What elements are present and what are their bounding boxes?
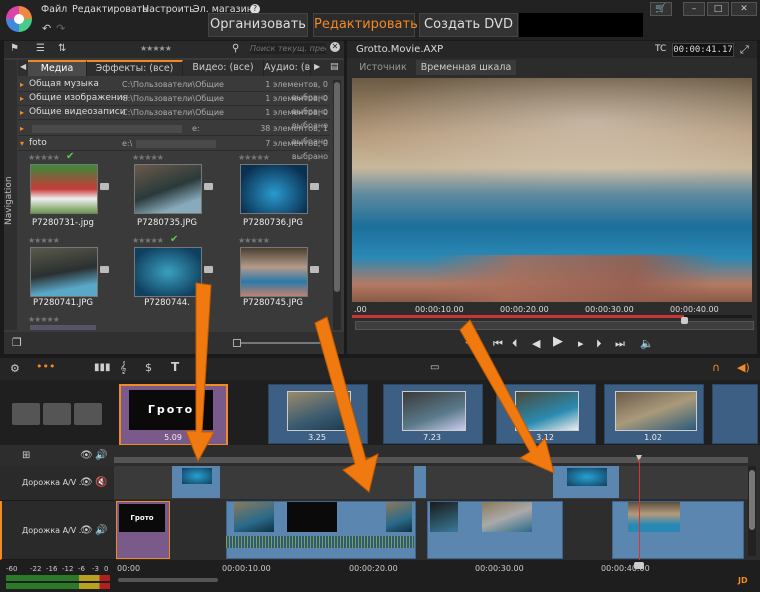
annotation-arrow (185, 282, 215, 463)
annotation-arrow (459, 319, 555, 474)
annotation-arrows (185, 282, 555, 493)
annotation-arrow (314, 316, 379, 493)
